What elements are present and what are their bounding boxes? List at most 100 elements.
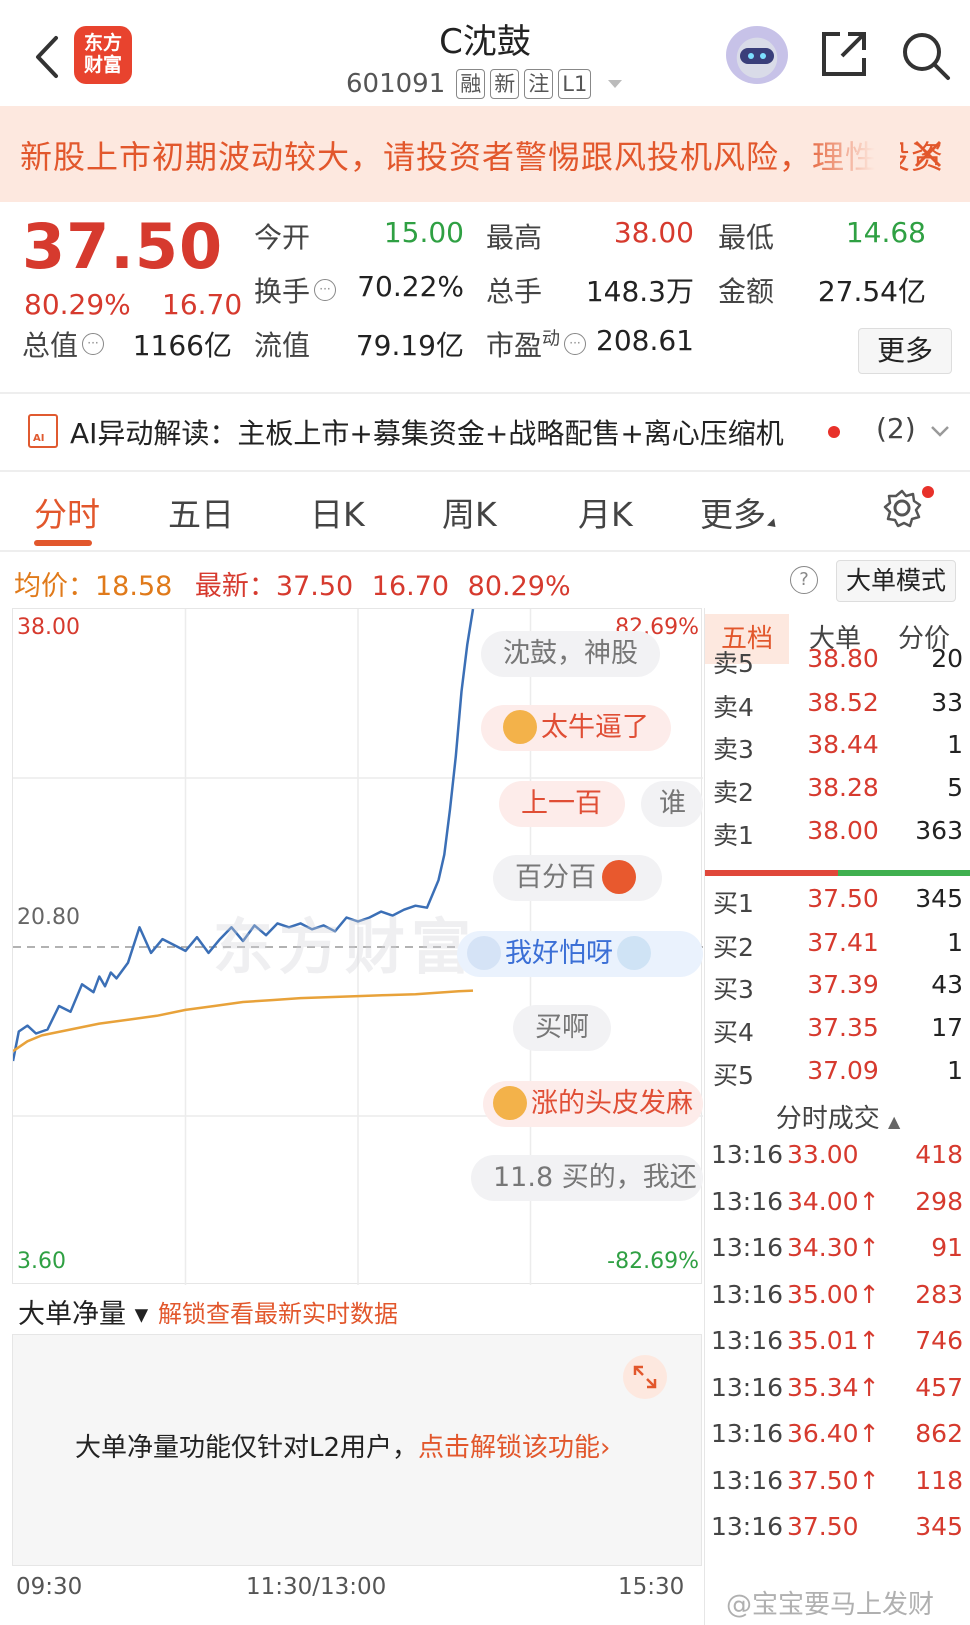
caret-down-icon[interactable] bbox=[608, 80, 623, 88]
trade-row: 13:16 34.00↑ 298 bbox=[705, 1187, 970, 1231]
ai-insight-count: (2) bbox=[876, 412, 916, 445]
bid-volume: 17 bbox=[931, 1013, 963, 1042]
danmaku-bubble[interactable]: 太牛逼了 bbox=[481, 705, 671, 751]
bid-level-row[interactable]: 买1 37.50 345 bbox=[705, 884, 970, 928]
tab-five-day[interactable]: 五日 bbox=[168, 488, 234, 536]
trade-row: 13:16 36.40↑ 862 bbox=[705, 1419, 970, 1463]
ask-volume: 20 bbox=[931, 644, 963, 673]
ask-volume: 5 bbox=[947, 773, 963, 802]
expand-icon[interactable] bbox=[623, 1355, 667, 1399]
active-tab-indicator bbox=[34, 540, 92, 546]
big-order-mode-button[interactable]: 大单模式 bbox=[836, 560, 956, 602]
unlock-feature-link[interactable]: 点击解锁该功能› bbox=[418, 1433, 610, 1463]
share-icon[interactable] bbox=[818, 28, 870, 80]
ask-level-label: 卖3 bbox=[713, 735, 754, 764]
trade-time: 13:16 bbox=[711, 1140, 784, 1169]
tab-intraday[interactable]: 分时 bbox=[34, 488, 100, 536]
bid-volume: 43 bbox=[931, 970, 963, 999]
ask-level-row[interactable]: 卖4 38.52 33 bbox=[705, 688, 970, 732]
danmaku-bubble[interactable]: 我好怕呀 bbox=[457, 931, 703, 977]
bid-volume: 1 bbox=[947, 1056, 963, 1085]
low-label: 最低 bbox=[718, 221, 775, 254]
low-value: 14.68 bbox=[845, 216, 926, 249]
avg-price-line: 均价：18.58 最新：37.50 16.70 80.29% bbox=[14, 571, 571, 602]
stock-code-row[interactable]: 601091 融 新 注 L1 bbox=[346, 66, 623, 102]
ask-level-row[interactable]: 卖2 38.28 5 bbox=[705, 773, 970, 817]
rabbit-emoji-icon bbox=[467, 936, 501, 970]
unlock-realtime-link[interactable]: 解锁查看最新实时数据 bbox=[158, 1294, 398, 1329]
bid-level-label: 买1 bbox=[713, 889, 754, 918]
trade-time: 13:16 bbox=[711, 1186, 784, 1216]
trade-price: 35.00↑ bbox=[787, 1279, 880, 1309]
ask-volume: 363 bbox=[915, 816, 963, 845]
help-icon[interactable]: ? bbox=[790, 566, 818, 594]
danmaku-bubble[interactable]: 上一百 bbox=[499, 781, 625, 827]
bid-price: 37.50 bbox=[807, 884, 879, 913]
danmaku-bubble[interactable]: 买啊 bbox=[513, 1005, 611, 1051]
trade-price: 36.40↑ bbox=[787, 1419, 880, 1448]
order-book-panel: 五档 大单 分价 卖5 38.80 20 卖4 38.52 33 卖3 38.44 1 卖2 38.… bbox=[704, 608, 970, 1625]
amount-value: 27.54亿 bbox=[817, 275, 926, 308]
ask-volume: 1 bbox=[947, 730, 963, 759]
ask-level-row[interactable]: 卖5 38.80 20 bbox=[705, 644, 970, 688]
bid-volume: 1 bbox=[947, 928, 963, 957]
tab-weekly-k[interactable]: 周K bbox=[442, 488, 497, 536]
robot-assistant-avatar[interactable] bbox=[726, 26, 788, 84]
ai-insight-row[interactable]: AI AI异动解读：主板上市+募集资金+战略配售+离心压缩机 (2) bbox=[0, 394, 970, 470]
close-icon[interactable] bbox=[912, 138, 944, 170]
quote-panel: 37.50 80.29% 16.70 今开 15.00 最高 38.00 最低 … bbox=[0, 202, 970, 392]
trade-price: 34.30↑ bbox=[787, 1233, 880, 1262]
ai-document-icon: AI bbox=[28, 414, 58, 448]
ox-emoji-icon bbox=[503, 710, 537, 744]
ask-price: 38.00 bbox=[807, 816, 879, 845]
tab-monthly-k[interactable]: 月K bbox=[578, 488, 633, 536]
trades-title[interactable]: 分时成交 ▲ bbox=[705, 1098, 970, 1135]
risk-warning-banner[interactable]: 新股上市初期波动较大，请投资者警惕跟风投机风险，理性投资 bbox=[0, 106, 970, 202]
trade-time: 13:16 bbox=[711, 1465, 784, 1495]
intraday-chart[interactable]: 东方财富 38.00 20.80 3.60 82.69% -82.69% 沈鼓，… bbox=[12, 608, 703, 1285]
danmaku-bubble[interactable]: 11.8 买的，我还 bbox=[471, 1155, 703, 1201]
bid-level-row[interactable]: 买2 37.41 1 bbox=[705, 928, 970, 972]
tag-margin: 融 bbox=[456, 69, 486, 99]
volume-label: 总手 bbox=[486, 275, 543, 308]
latest-change: 16.70 bbox=[371, 571, 450, 602]
bid-level-label: 买2 bbox=[713, 933, 754, 962]
ask-level-row[interactable]: 卖3 38.44 1 bbox=[705, 730, 970, 774]
bid-level-row[interactable]: 买3 37.39 43 bbox=[705, 970, 970, 1014]
trade-price: 37.50 bbox=[787, 1512, 859, 1541]
danmaku-bubble[interactable]: 沈鼓，神股 bbox=[481, 631, 660, 677]
trade-row: 13:16 34.30↑ 91 bbox=[705, 1233, 970, 1277]
danmaku-bubble[interactable]: 谁 bbox=[641, 781, 703, 827]
chevron-down-icon[interactable] bbox=[930, 424, 950, 438]
bid-level-label: 买5 bbox=[713, 1061, 754, 1090]
more-button[interactable]: 更多 bbox=[858, 328, 952, 374]
trade-time: 13:16 bbox=[711, 1419, 784, 1448]
trade-row: 13:16 35.34↑ 457 bbox=[705, 1373, 970, 1417]
trade-volume: 345 bbox=[915, 1512, 963, 1541]
turnover-label: 换手 ··· bbox=[254, 270, 337, 310]
ask-level-row[interactable]: 卖1 38.00 363 bbox=[705, 816, 970, 860]
bid-volume: 345 bbox=[915, 884, 963, 913]
high-value: 38.00 bbox=[613, 216, 694, 249]
gear-icon[interactable] bbox=[882, 488, 922, 528]
chart-period-tabs: 分时 五日 日K 周K 月K 更多 bbox=[0, 472, 970, 550]
trade-volume: 283 bbox=[915, 1279, 963, 1309]
info-icon: ··· bbox=[564, 333, 587, 355]
bid-level-row[interactable]: 买4 37.35 17 bbox=[705, 1013, 970, 1057]
change-percent: 80.29% bbox=[24, 288, 131, 321]
indicator-select[interactable]: 大单净量 ▾ bbox=[18, 1292, 148, 1331]
danmaku-bubble[interactable]: 百分百 bbox=[493, 855, 662, 901]
time-axis-start: 09:30 bbox=[16, 1574, 83, 1600]
trade-price: 37.50↑ bbox=[787, 1465, 880, 1495]
search-icon[interactable] bbox=[898, 28, 952, 82]
tab-more[interactable]: 更多 bbox=[700, 488, 780, 536]
bid-price: 37.39 bbox=[807, 970, 879, 999]
trade-price: 33.00 bbox=[787, 1140, 859, 1169]
bid-level-row[interactable]: 买5 37.09 1 bbox=[705, 1056, 970, 1100]
open-value: 15.00 bbox=[383, 216, 464, 249]
trade-volume: 418 bbox=[915, 1140, 963, 1169]
trade-time: 13:16 bbox=[711, 1233, 784, 1262]
danmaku-bubble[interactable]: 涨的头皮发麻 bbox=[483, 1081, 703, 1127]
tab-daily-k[interactable]: 日K bbox=[310, 488, 365, 536]
indicator-header: 大单净量 ▾ 解锁查看最新实时数据 bbox=[12, 1286, 702, 1334]
